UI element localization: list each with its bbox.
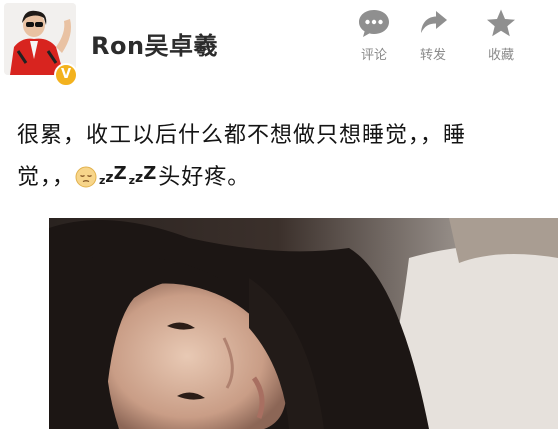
post-line-1: 很累，收工以后什么都不想做只想睡觉，，睡 — [17, 123, 467, 148]
zzz-1-text: zzZ — [99, 163, 127, 187]
comment-button[interactable]: 评论 — [350, 8, 398, 70]
comment-label: 评论 — [360, 48, 387, 63]
comment-icon — [359, 10, 389, 37]
zzz-mark-1: zzZ — [99, 163, 127, 190]
post-line-2-prefix: 觉，， — [17, 165, 76, 190]
zzz-letter: z — [135, 170, 144, 186]
repost-label: 转发 — [419, 48, 446, 63]
post-line-2-suffix: 头好疼。 — [158, 165, 251, 190]
repost-icon — [421, 11, 447, 33]
zzz-2-text: zzZ — [129, 163, 157, 187]
favorite-label: 收藏 — [487, 48, 514, 63]
star-icon — [487, 9, 515, 37]
sleepy-face-icon — [75, 166, 97, 188]
zzz-mark-2: zzZ — [129, 163, 157, 190]
avatar-container[interactable]: V — [4, 3, 78, 87]
zzz-letter: Z — [113, 163, 127, 184]
zzz-letter: z — [105, 170, 114, 186]
post-photo[interactable] — [49, 218, 558, 429]
post-body: 很累，收工以后什么都不想做只想睡觉，，睡 觉，， zzZ zzZ头好疼。 — [17, 117, 547, 200]
zzz-letter: Z — [143, 163, 157, 184]
favorite-button[interactable]: 收藏 — [477, 8, 525, 70]
verified-badge: V — [54, 63, 78, 87]
username[interactable]: Ron吴卓羲 — [91, 26, 218, 61]
post-line-2: 觉，， zzZ zzZ头好疼。 — [17, 155, 547, 200]
post-header: V Ron吴卓羲 评论 转发 收藏 — [0, 0, 558, 100]
repost-button[interactable]: 转发 — [409, 8, 457, 70]
